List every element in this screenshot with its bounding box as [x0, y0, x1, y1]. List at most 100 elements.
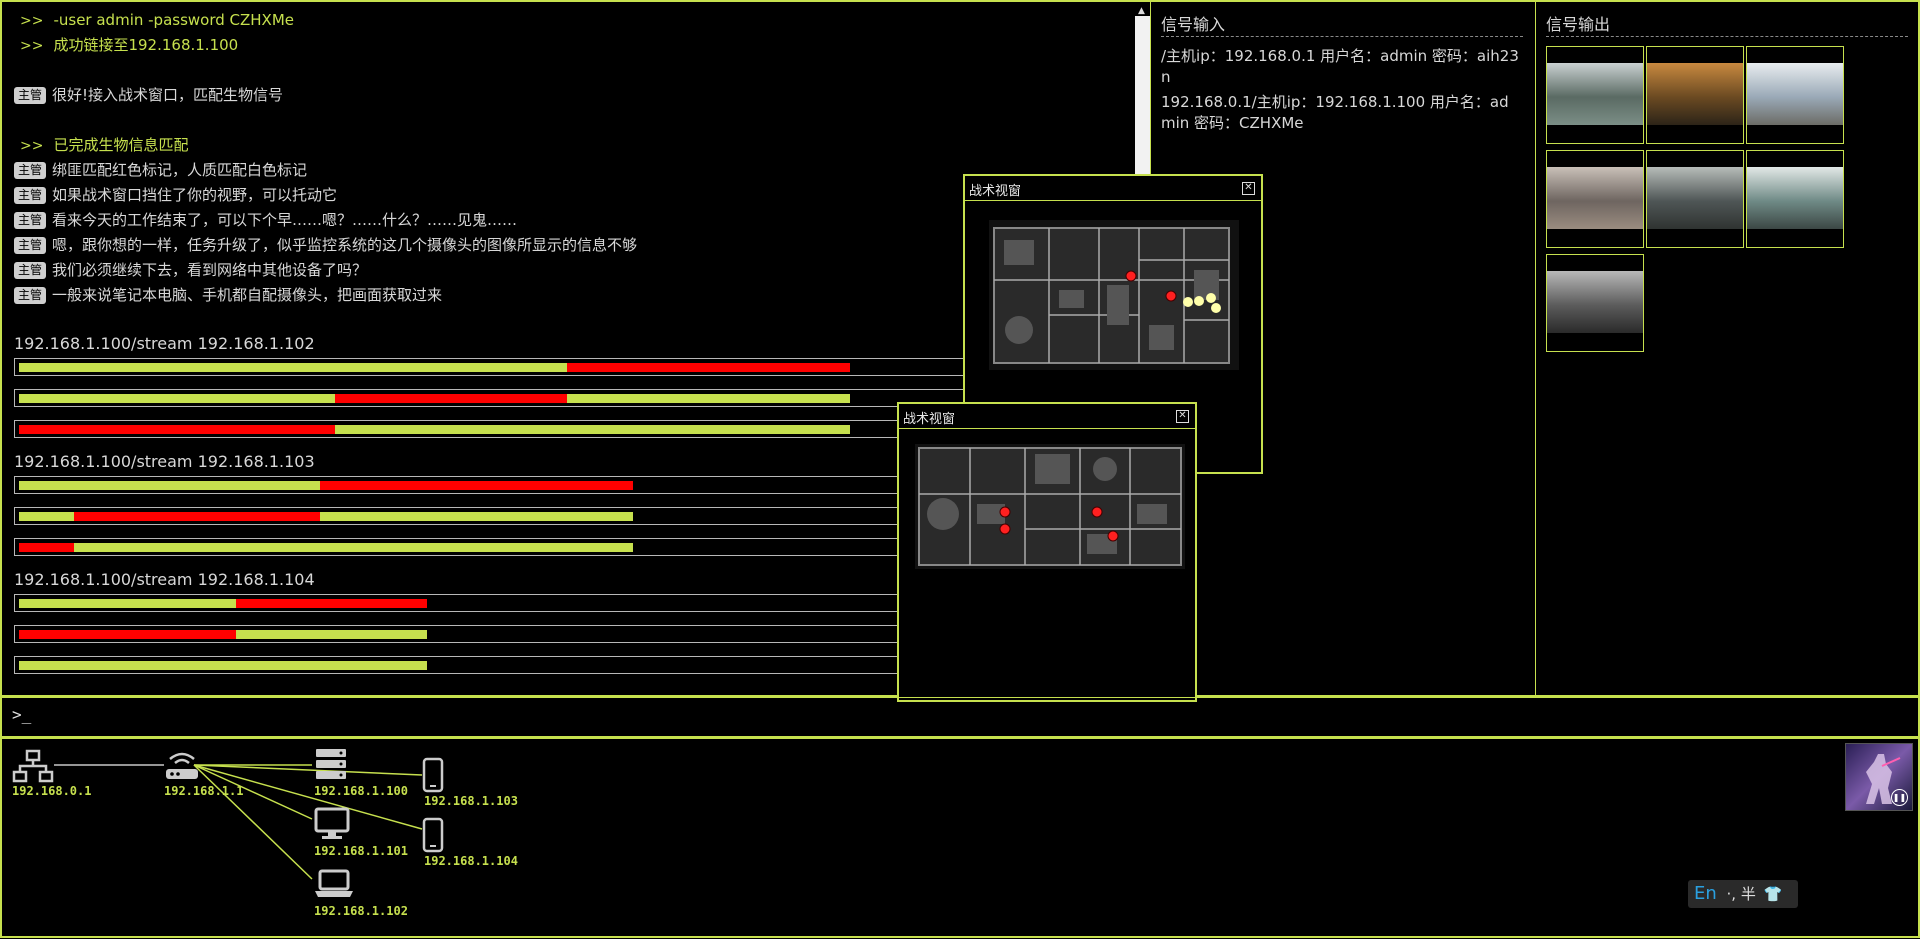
camera-feed-image	[1747, 167, 1843, 229]
music-player-cover[interactable]: ❚❚	[1845, 743, 1913, 811]
kidnapper-marker	[1107, 530, 1119, 542]
command-bar[interactable]: >_	[0, 697, 1920, 738]
hostage-marker	[1194, 296, 1204, 306]
signal-segment-green	[19, 394, 335, 403]
server-icon[interactable]	[314, 747, 348, 781]
signal-segment-red	[334, 394, 568, 403]
signal-segment-red	[19, 630, 237, 639]
camera-feed-image	[1647, 167, 1743, 229]
camera-thumbnail[interactable]	[1746, 150, 1844, 248]
console-text: 如果战术窗口挡住了你的视野，可以托动它	[52, 186, 338, 204]
laptop-icon[interactable]	[314, 869, 354, 899]
camera-feed-image	[1547, 63, 1643, 125]
kidnapper-marker	[1125, 270, 1137, 282]
phone-icon[interactable]	[422, 757, 444, 793]
close-button[interactable]: ✕	[1242, 182, 1255, 195]
console-line: >> 成功链接至192.168.1.100	[14, 34, 238, 56]
signal-segment-green	[334, 425, 850, 434]
signal-segment-green	[19, 481, 321, 490]
signal-segment-green	[236, 630, 427, 639]
skin-icon[interactable]: 👕	[1764, 885, 1783, 903]
close-button[interactable]: ✕	[1176, 410, 1189, 423]
supervisor-tag: 主管	[14, 187, 47, 204]
signal-segment-red	[19, 425, 335, 434]
signal-segment-red	[19, 543, 75, 552]
ime-mode: ·, 半	[1726, 885, 1756, 903]
camera-thumbnail[interactable]	[1546, 46, 1644, 144]
kidnapper-marker	[1165, 290, 1177, 302]
signal-segment-green	[320, 512, 633, 521]
console-text: 我们必须继续下去，看到网络中其他设备了吗？	[52, 261, 368, 279]
node-label: 192.168.1.100	[314, 784, 408, 798]
tactical-window[interactable]: 战术视窗 ✕	[897, 402, 1197, 702]
console-text: 嗯，跟你想的一样，任务升级了，似乎监控系统的这几个摄像头的图像所显示的信息不够	[52, 236, 638, 254]
console-line: 主管 看来今天的工作结束了，可以下个早……嗯？……什么？……见鬼……	[14, 209, 517, 231]
camera-thumbnail[interactable]	[1546, 150, 1644, 248]
hostage-marker	[1206, 293, 1216, 303]
console-line: 主管 一般来说笔记本电脑、手机都自配摄像头，把画面获取过来	[14, 284, 442, 306]
signal-segment-green	[19, 599, 237, 608]
prompt-marker: >>	[20, 138, 44, 154]
camera-thumbnail[interactable]	[1646, 150, 1744, 248]
signal-input-title: 信号输入	[1161, 14, 1523, 37]
camera-feed-image	[1647, 63, 1743, 125]
node-label: 192.168.1.103	[424, 794, 518, 808]
camera-thumbnail[interactable]	[1546, 254, 1644, 352]
command-prompt[interactable]: >_	[12, 705, 31, 724]
supervisor-tag: 主管	[14, 212, 47, 229]
camera-feed-image	[1547, 167, 1643, 229]
camera-feed-image	[1547, 271, 1643, 333]
pause-icon[interactable]: ❚❚	[1891, 789, 1908, 806]
supervisor-tag: 主管	[14, 237, 47, 254]
supervisor-tag: 主管	[14, 162, 47, 179]
network-icon[interactable]	[12, 749, 54, 783]
ime-indicator[interactable]: En ·, 半 👕	[1688, 880, 1798, 908]
router-icon[interactable]	[162, 747, 202, 783]
node-label: 192.168.1.104	[424, 854, 518, 868]
console-line: 主管 如果战术窗口挡住了你的视野，可以托动它	[14, 184, 337, 206]
signal-segment-green	[567, 394, 850, 403]
node-label: 192.168.1.102	[314, 904, 408, 918]
phone-icon[interactable]	[422, 817, 444, 853]
desktop-icon[interactable]	[314, 807, 350, 841]
console-text: 一般来说笔记本电脑、手机都自配摄像头，把画面获取过来	[52, 286, 443, 304]
window-title: 战术视窗	[903, 412, 956, 427]
ime-language: En	[1694, 883, 1717, 904]
supervisor-tag: 主管	[14, 87, 47, 104]
network-links	[54, 764, 423, 880]
signal-segment-green	[19, 661, 427, 670]
window-title: 战术视窗	[969, 184, 1022, 199]
title-divider	[899, 428, 1195, 429]
signal-segment-green	[19, 363, 568, 372]
prompt-marker: >>	[20, 38, 44, 54]
console-line: 主管 绑匪匹配红色标记，人质匹配白色标记	[14, 159, 307, 181]
scroll-up-arrow[interactable]: ▲	[1138, 6, 1145, 16]
node-label: 192.168.1.1	[164, 784, 244, 798]
signal-output-panel: 信号输出	[1535, 0, 1920, 697]
console-text: 绑匪匹配红色标记，人质匹配白色标记	[52, 161, 308, 179]
console-line: 主管 很好!接入战术窗口，匹配生物信号	[14, 84, 283, 106]
credential-line: /主机ip：192.168.0.1 用户名：admin 密码：aih23n	[1161, 47, 1519, 86]
scrollbar[interactable]	[1135, 16, 1151, 176]
camera-thumbnail[interactable]	[1646, 46, 1744, 144]
console-line: 主管 我们必须继续下去，看到网络中其他设备了吗？	[14, 259, 367, 281]
console-text: 成功链接至192.168.1.100	[53, 36, 239, 54]
floor-plan	[915, 444, 1185, 569]
stream-title: 192.168.1.100/stream 192.168.1.102	[14, 334, 315, 353]
kidnapper-marker	[999, 523, 1011, 535]
signal-segment-green	[74, 543, 633, 552]
network-map-panel: 192.168.0.1 192.168.1.1 192.168.1.100 19…	[0, 737, 1920, 938]
console-line: >> -user admin -password CZHXMe	[14, 9, 294, 31]
console-text: -user admin -password CZHXMe	[53, 11, 295, 29]
kidnapper-marker	[1091, 506, 1103, 518]
camera-thumbnail[interactable]	[1746, 46, 1844, 144]
signal-segment-red	[74, 512, 321, 521]
signal-segment-green	[19, 512, 75, 521]
console-text: 看来今天的工作结束了，可以下个早……嗯？……什么？……见鬼……	[52, 211, 518, 229]
stream-title: 192.168.1.100/stream 192.168.1.103	[14, 452, 315, 471]
console-text: 很好!接入战术窗口，匹配生物信号	[52, 86, 284, 104]
camera-feed-image	[1747, 63, 1843, 125]
kidnapper-marker	[999, 506, 1011, 518]
signal-output-title: 信号输出	[1546, 14, 1908, 37]
floor-plan	[989, 220, 1239, 370]
